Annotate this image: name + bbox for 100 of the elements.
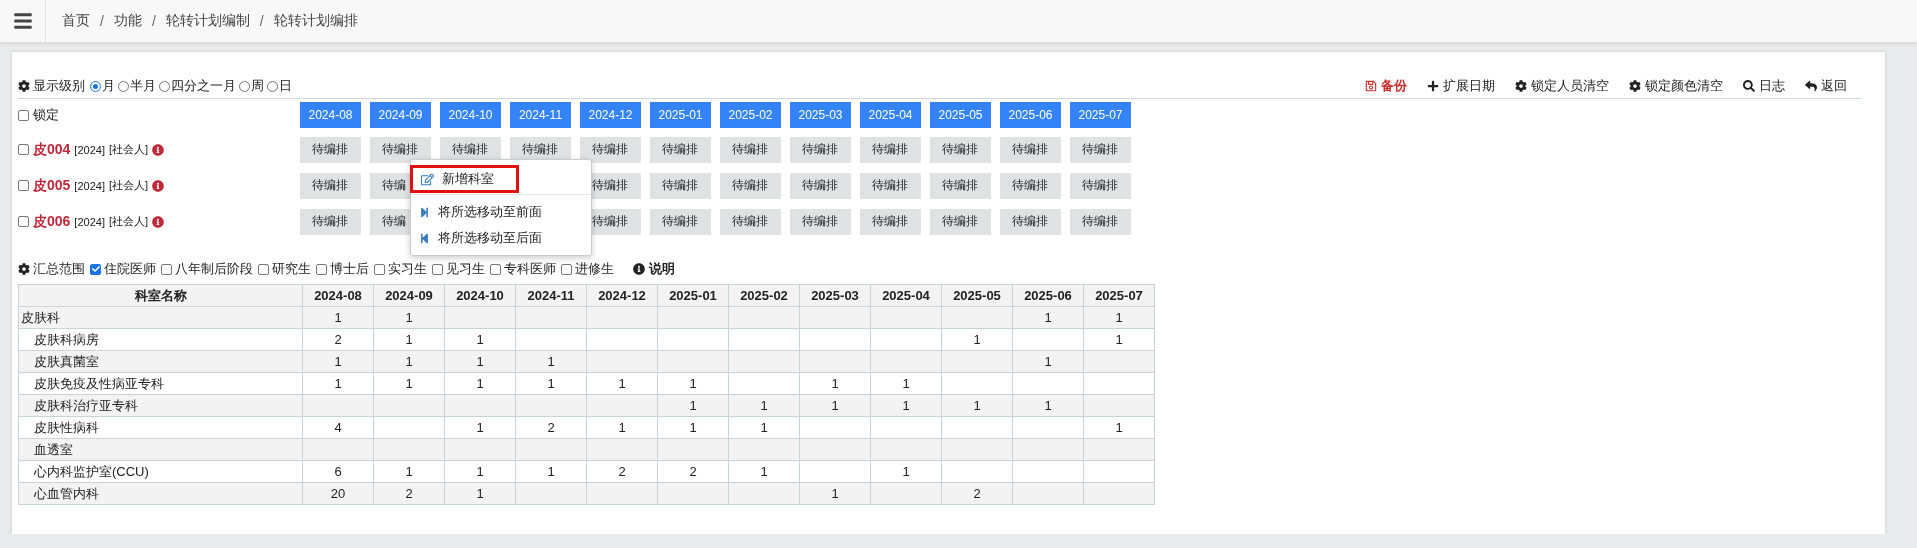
schedule-cell[interactable]: 待编排 — [930, 136, 991, 163]
schedule-cell[interactable]: 待编排 — [1000, 172, 1061, 199]
table-cell: 1 — [373, 372, 445, 395]
schedule-cell[interactable]: 待编排 — [720, 208, 781, 235]
table-cell: 1 — [444, 328, 516, 351]
info-icon[interactable] — [633, 263, 645, 275]
table-cell: 6 — [302, 460, 374, 483]
schedule-cell[interactable]: 待编排 — [1070, 172, 1131, 199]
menu-icon[interactable] — [12, 11, 33, 31]
breadcrumb-separator: / — [151, 13, 156, 29]
checkbox[interactable] — [18, 180, 29, 191]
radio-label: 四分之一月 — [171, 77, 236, 95]
table-cell: 1 — [799, 482, 871, 505]
checkbox[interactable] — [90, 263, 101, 275]
breadcrumb-separator: / — [259, 13, 264, 29]
schedule-cell[interactable]: 待编排 — [860, 208, 921, 235]
schedule-cell[interactable]: 待编排 — [370, 136, 431, 163]
toolbar-button[interactable]: 日志 — [1743, 77, 1785, 95]
table-cell: 1 — [728, 416, 800, 439]
month-button[interactable]: 2024-12 — [580, 102, 641, 128]
month-button[interactable]: 2025-06 — [1000, 102, 1061, 128]
table-cell: 1 — [870, 394, 942, 417]
schedule-cell[interactable]: 待编排 — [580, 136, 641, 163]
checkbox[interactable] — [18, 109, 29, 121]
month-button[interactable]: 2025-04 — [860, 102, 921, 128]
schedule-cell[interactable]: 待编排 — [790, 208, 851, 235]
schedule-cell[interactable]: 待编排 — [790, 136, 851, 163]
schedule-cell[interactable]: 待编排 — [300, 136, 361, 163]
table-cell: 1 — [1083, 306, 1155, 329]
checkbox[interactable] — [374, 263, 385, 275]
table-cell: 2 — [373, 482, 445, 505]
breadcrumb-item[interactable]: 功能 — [113, 12, 142, 30]
toolbar-button[interactable]: 扩展日期 — [1427, 77, 1495, 95]
gear-icon — [18, 263, 30, 275]
gear-icon — [1515, 80, 1527, 92]
checkbox[interactable] — [258, 263, 269, 275]
table-cell: 1 — [373, 306, 445, 329]
table-cell: 皮肤科病房 — [18, 328, 303, 351]
help-link[interactable]: 说明 — [649, 260, 675, 278]
toolbar-button[interactable]: 锁定人员清空 — [1515, 77, 1609, 95]
column-header: 2024-12 — [586, 284, 658, 307]
checkbox[interactable] — [18, 144, 29, 155]
schedule-cell[interactable]: 待编排 — [1070, 136, 1131, 163]
checkbox-label: 进修生 — [575, 260, 614, 278]
table-cell: 1 — [302, 372, 374, 395]
column-header: 2024-10 — [444, 284, 516, 307]
schedule-cell[interactable]: 待编排 — [1070, 208, 1131, 235]
month-button[interactable]: 2025-01 — [650, 102, 711, 128]
breadcrumb-item[interactable]: 轮转计划编制 — [165, 12, 250, 30]
table-cell: 1 — [515, 350, 587, 373]
schedule-cell[interactable]: 待编排 — [1000, 136, 1061, 163]
table-cell: 1 — [799, 372, 871, 395]
checkbox[interactable] — [432, 263, 443, 275]
schedule-cell[interactable]: 待编排 — [790, 172, 851, 199]
schedule-cell[interactable]: 待编排 — [300, 208, 361, 235]
checkbox[interactable] — [561, 263, 572, 275]
checkbox-label: 八年制后阶段 — [175, 260, 253, 278]
schedule-cell[interactable]: 待编排 — [930, 208, 991, 235]
radio-label: 日 — [279, 77, 292, 95]
table-cell: 1 — [657, 416, 729, 439]
toolbar-button[interactable]: 锁定颜色清空 — [1629, 77, 1723, 95]
edit-icon — [421, 172, 434, 186]
schedule-cell[interactable]: 待编排 — [300, 172, 361, 199]
column-header: 2024-08 — [302, 284, 374, 307]
column-header: 2025-05 — [941, 284, 1013, 307]
year-label: [2024] — [74, 143, 105, 156]
toolbar-button[interactable]: 返回 — [1805, 77, 1847, 95]
checkbox-label: 研究生 — [272, 260, 311, 278]
year-label: [2024] — [74, 179, 105, 192]
lock-label: 锁定 — [33, 106, 59, 124]
year-label: [2024] — [74, 215, 105, 228]
schedule-cell[interactable]: 待编排 — [930, 172, 991, 199]
breadcrumb-item[interactable]: 首页 — [62, 12, 90, 30]
month-button[interactable]: 2024-10 — [440, 102, 501, 128]
month-button[interactable]: 2024-11 — [510, 102, 571, 128]
checkbox[interactable] — [490, 263, 501, 275]
table-cell: 皮肤科治疗亚专科 — [18, 394, 303, 417]
toolbar-button[interactable]: 备份 — [1365, 77, 1407, 95]
schedule-cell[interactable]: 待编排 — [720, 136, 781, 163]
table-cell: 4 — [302, 416, 374, 439]
month-button[interactable]: 2025-02 — [720, 102, 781, 128]
column-header: 2024-11 — [515, 284, 587, 307]
schedule-cell[interactable]: 待编排 — [650, 172, 711, 199]
month-button[interactable]: 2024-09 — [370, 102, 431, 128]
breadcrumb-item[interactable]: 轮转计划编排 — [273, 12, 358, 30]
checkbox[interactable] — [18, 216, 29, 227]
checkbox[interactable] — [161, 263, 172, 275]
month-button[interactable]: 2025-05 — [930, 102, 991, 128]
schedule-cell[interactable]: 待编排 — [720, 172, 781, 199]
month-button[interactable]: 2025-07 — [1070, 102, 1131, 128]
schedule-cell[interactable]: 待编排 — [860, 136, 921, 163]
schedule-cell[interactable]: 待编排 — [650, 208, 711, 235]
schedule-cell[interactable]: 待编排 — [1000, 208, 1061, 235]
schedule-cell[interactable]: 待编排 — [650, 136, 711, 163]
month-button[interactable]: 2024-08 — [300, 102, 361, 128]
checkbox[interactable] — [316, 263, 327, 275]
month-button[interactable]: 2025-03 — [790, 102, 851, 128]
table-cell: 1 — [444, 372, 516, 395]
schedule-cell[interactable]: 待编排 — [860, 172, 921, 199]
table-cell: 1 — [728, 460, 800, 483]
